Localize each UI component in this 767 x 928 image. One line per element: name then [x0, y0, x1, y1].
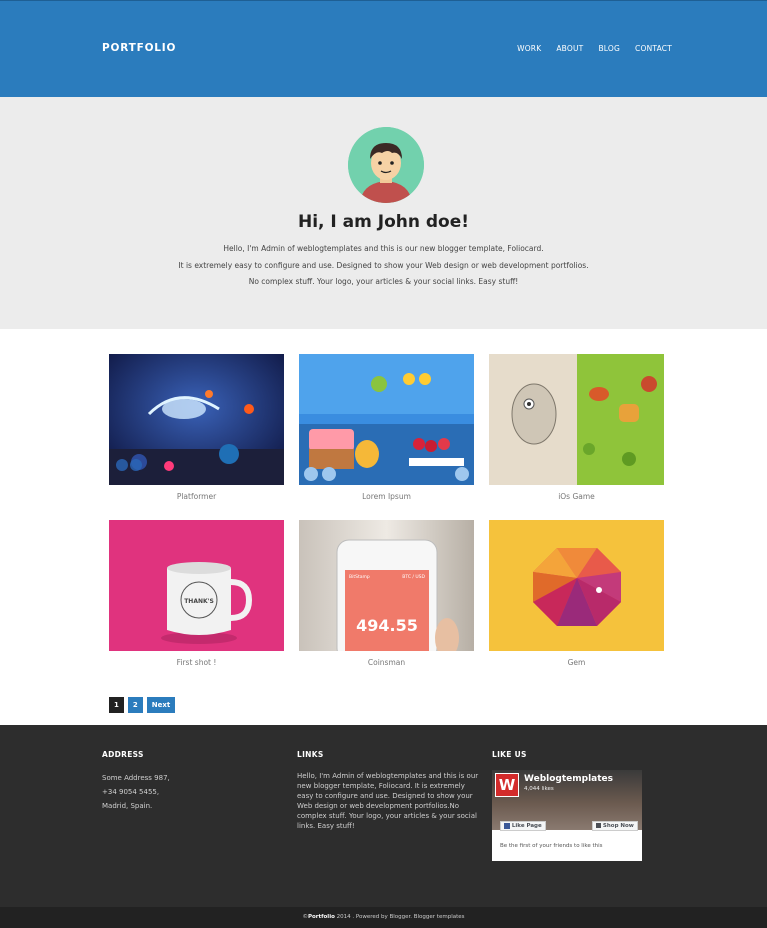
shop-bag-icon — [596, 823, 601, 828]
address-line: Madrid, Spain. — [102, 802, 153, 810]
footer-links-heading: LINKS — [297, 750, 324, 759]
hero-section: Hi, I am John doe! Hello, I'm Admin of w… — [0, 97, 767, 329]
site-brand[interactable]: PORTFOLIO — [102, 42, 176, 54]
facebook-like-button[interactable]: Like Page — [500, 821, 546, 831]
page-current: 1 — [109, 697, 124, 713]
copyright-bar: ©Portfolio 2014 . Powered by Blogger. Bl… — [0, 907, 767, 928]
portfolio-thumb[interactable]: THANK'S — [109, 520, 284, 651]
weblogtemplates-logo[interactable]: W — [495, 773, 519, 797]
copyright-text: 2014 . Powered by Blogger. Blogger templ… — [334, 914, 465, 920]
hero-line-3: No complex stuff. Your logo, your articl… — [248, 277, 519, 286]
next-page-button[interactable]: Next — [146, 697, 176, 713]
portfolio-item-coinsman[interactable]: BitStamp BTC / USD 494.55 Coinsman — [299, 520, 474, 667]
phone-value: 494.55 — [356, 616, 418, 635]
portfolio-item-ios-game[interactable]: iOs Game — [489, 354, 664, 501]
portfolio-item-gem[interactable]: Gem — [489, 520, 664, 667]
portfolio-caption[interactable]: Coinsman — [299, 658, 474, 667]
footer-links-text: Hello, I'm Admin of weblogtemplates and … — [297, 772, 479, 830]
portfolio-item-lorem-ipsum[interactable]: Lorem Ipsum — [299, 354, 474, 501]
facebook-icon — [504, 822, 510, 829]
phone-pair: BTC / USD — [402, 574, 425, 580]
page-2-link[interactable]: 2 — [127, 697, 143, 713]
avatar — [348, 127, 424, 203]
copyright-brand[interactable]: Portfolio — [308, 914, 335, 920]
main-nav: WORK ABOUT BLOG CONTACT — [517, 44, 672, 53]
footer-likeus-heading: LIKE US — [492, 750, 527, 759]
portfolio-thumb[interactable] — [489, 520, 664, 651]
portfolio-thumb[interactable] — [299, 354, 474, 485]
facebook-page-name[interactable]: Weblogtemplates — [524, 774, 613, 784]
like-page-label: Like Page — [511, 823, 542, 829]
hero-line-1: Hello, I'm Admin of weblogtemplates and … — [223, 244, 544, 253]
facebook-footnote: Be the first of your friends to like thi… — [500, 843, 603, 849]
portfolio-item-platformer[interactable]: Platformer — [109, 354, 284, 501]
shop-now-label: Shop Now — [602, 823, 634, 829]
portfolio-caption[interactable]: iOs Game — [489, 492, 664, 501]
facebook-shop-button[interactable]: Shop Now — [592, 821, 638, 831]
address-line: Some Address 987, — [102, 774, 170, 782]
nav-work[interactable]: WORK — [517, 44, 541, 53]
nav-about[interactable]: ABOUT — [556, 44, 583, 53]
portfolio-thumb[interactable] — [489, 354, 664, 485]
portfolio-thumb[interactable]: BitStamp BTC / USD 494.55 — [299, 520, 474, 651]
portfolio-caption[interactable]: Platformer — [109, 492, 284, 501]
site-header: PORTFOLIO WORK ABOUT BLOG CONTACT — [0, 0, 767, 97]
portfolio-caption[interactable]: Lorem Ipsum — [299, 492, 474, 501]
facebook-likes-count: 4,044 likes — [524, 786, 554, 792]
footer-address: ADDRESS Some Address 987, +34 9054 5455,… — [102, 750, 170, 813]
mug-label: THANK'S — [184, 598, 214, 605]
portfolio-item-first-shot[interactable]: THANK'S First shot ! — [109, 520, 284, 667]
portfolio-caption[interactable]: Gem — [489, 658, 664, 667]
facebook-page-widget[interactable]: W Weblogtemplates 4,044 likes Like Page … — [492, 770, 642, 861]
hero-line-2: It is extremely easy to configure and us… — [178, 261, 589, 270]
hero-title: Hi, I am John doe! — [297, 212, 470, 232]
phone-app-name: BitStamp — [349, 574, 370, 580]
address-line: +34 9054 5455, — [102, 788, 160, 796]
nav-blog[interactable]: BLOG — [598, 44, 620, 53]
footer-likeus: LIKE US — [492, 750, 527, 771]
portfolio-caption[interactable]: First shot ! — [109, 658, 284, 667]
nav-contact[interactable]: CONTACT — [635, 44, 672, 53]
footer-address-heading: ADDRESS — [102, 750, 144, 759]
pagination: 1 2 Next — [109, 697, 176, 713]
site-footer: ADDRESS Some Address 987, +34 9054 5455,… — [0, 725, 767, 907]
portfolio-thumb[interactable] — [109, 354, 284, 485]
footer-links: LINKS Hello, I'm Admin of weblogtemplate… — [297, 750, 479, 831]
